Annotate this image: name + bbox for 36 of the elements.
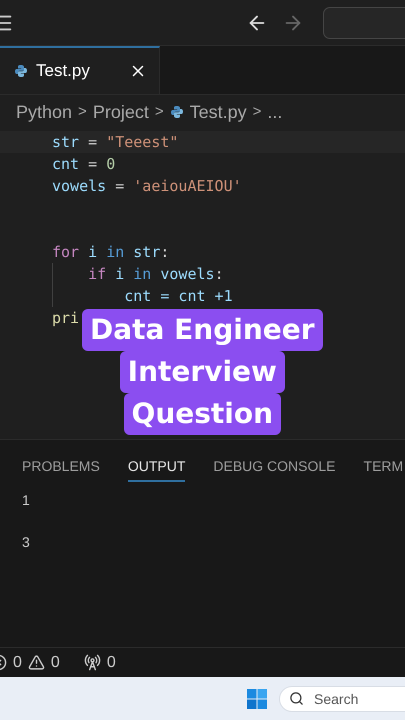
breadcrumb-item[interactable]: ... <box>267 98 282 126</box>
panel-tab[interactable]: DEBUG CONSOLE <box>213 456 336 482</box>
tab-label: Test.py <box>36 60 90 82</box>
panel-tab[interactable]: PROBLEMS <box>22 456 100 482</box>
status-count: 0 <box>106 652 116 672</box>
breadcrumb-item[interactable]: Test.py <box>190 98 247 126</box>
code-line: cnt = 0 <box>52 155 116 173</box>
panel-tab[interactable]: TERM <box>364 456 404 482</box>
command-center-field[interactable] <box>323 6 405 38</box>
breadcrumb-separator: > <box>78 102 87 122</box>
search-icon <box>289 690 304 706</box>
code-line: str = "Teeest" <box>52 133 178 151</box>
status-count: 0 <box>13 652 22 672</box>
output-line: 3 <box>22 534 30 550</box>
antenna-icon[interactable] <box>84 654 101 671</box>
panel-tab[interactable]: OUTPUT <box>128 456 186 482</box>
code-line: for i in str: <box>52 243 170 261</box>
breadcrumb-separator: > <box>154 102 164 122</box>
code-line: vowels = 'aeiouAEIOU' <box>52 177 242 195</box>
caption-text: Question <box>124 393 282 435</box>
code-line: if i in vowels: <box>87 265 224 283</box>
breadcrumb-item[interactable]: Project <box>92 98 149 126</box>
editor-tab[interactable]: Test.py <box>0 46 160 94</box>
code-line: cnt = cnt +1 <box>123 287 233 305</box>
caption-text: Data Engineer <box>82 309 323 351</box>
warning-icon[interactable] <box>28 654 45 671</box>
search-field[interactable]: Search <box>279 686 405 712</box>
python-icon <box>170 105 184 119</box>
windows-icon[interactable] <box>247 688 267 708</box>
caption-text: Interview <box>120 351 285 393</box>
output-line: 1 <box>22 492 30 508</box>
status-count: 0 <box>50 652 60 672</box>
python-icon <box>14 64 28 78</box>
code-line: pri <box>52 309 80 327</box>
breadcrumb-separator: > <box>252 102 262 122</box>
breadcrumb-item[interactable]: Python <box>16 98 72 126</box>
